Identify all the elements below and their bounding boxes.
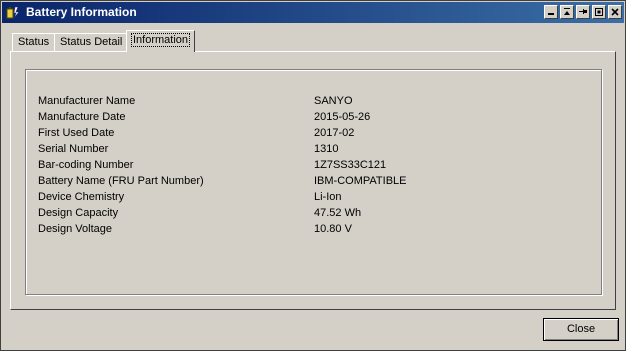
minimize-button[interactable] <box>560 5 574 19</box>
info-label: Design Capacity <box>38 207 119 219</box>
tab-status[interactable]: Status <box>12 33 56 51</box>
pin-button[interactable] <box>576 5 590 19</box>
info-value: SANYO <box>314 95 353 107</box>
tab-label: Status <box>18 36 50 48</box>
battery-information-window: Battery Information Status Status Detail… <box>0 0 626 351</box>
help-button[interactable] <box>544 5 558 19</box>
information-groupbox: Manufacturer Name SANYO Manufacture Date… <box>25 69 602 295</box>
info-value: 2015-05-26 <box>314 111 371 123</box>
info-row-device-chemistry: Device Chemistry Li-Ion <box>38 191 588 207</box>
info-row-serial-number: Serial Number 1310 <box>38 143 588 159</box>
close-button[interactable]: Close <box>543 318 619 341</box>
tab-status-detail[interactable]: Status Detail <box>54 33 129 51</box>
restore-button[interactable] <box>592 5 606 19</box>
info-label: Serial Number <box>38 143 109 155</box>
info-row-first-used-date: First Used Date 2017-02 <box>38 127 588 143</box>
tab-information[interactable]: Information <box>126 30 196 52</box>
info-label: Device Chemistry <box>38 191 125 203</box>
info-value: IBM-COMPATIBLE <box>314 175 407 187</box>
info-row-design-capacity: Design Capacity 47.52 Wh <box>38 207 588 223</box>
info-row-manufacture-date: Manufacture Date 2015-05-26 <box>38 111 588 127</box>
info-value: 1310 <box>314 143 339 155</box>
window-title: Battery Information <box>26 5 137 19</box>
info-value: 47.52 Wh <box>314 207 362 219</box>
info-value: Li-Ion <box>314 191 342 203</box>
pin-icon <box>579 9 587 14</box>
info-label: Design Voltage <box>38 223 112 235</box>
restore-icon <box>595 8 603 16</box>
info-row-manufacturer-name: Manufacturer Name SANYO <box>38 95 588 111</box>
info-value: 1Z7SS33C121 <box>314 159 387 171</box>
close-window-button[interactable] <box>608 5 622 19</box>
info-value: 10.80 V <box>314 223 352 235</box>
battery-app-icon <box>6 5 20 19</box>
info-row-bar-coding-number: Bar-coding Number 1Z7SS33C121 <box>38 159 588 175</box>
minimize-icon <box>564 8 570 15</box>
info-label: Battery Name (FRU Part Number) <box>38 175 204 187</box>
title-button-group <box>542 5 622 19</box>
info-row-battery-name: Battery Name (FRU Part Number) IBM-COMPA… <box>38 175 588 191</box>
title-bar[interactable]: Battery Information <box>2 2 624 23</box>
tab-label: Status Detail <box>60 36 123 48</box>
info-label: Manufacturer Name <box>38 95 136 107</box>
help-icon <box>548 13 554 15</box>
info-value: 2017-02 <box>314 127 355 139</box>
info-row-design-voltage: Design Voltage 10.80 V <box>38 223 588 239</box>
info-label: Manufacture Date <box>38 111 126 123</box>
info-label: First Used Date <box>38 127 115 139</box>
info-label: Bar-coding Number <box>38 159 134 171</box>
information-tab-panel: Manufacturer Name SANYO Manufacture Date… <box>10 51 616 310</box>
tab-label: Information <box>130 33 191 47</box>
close-icon <box>611 8 619 16</box>
